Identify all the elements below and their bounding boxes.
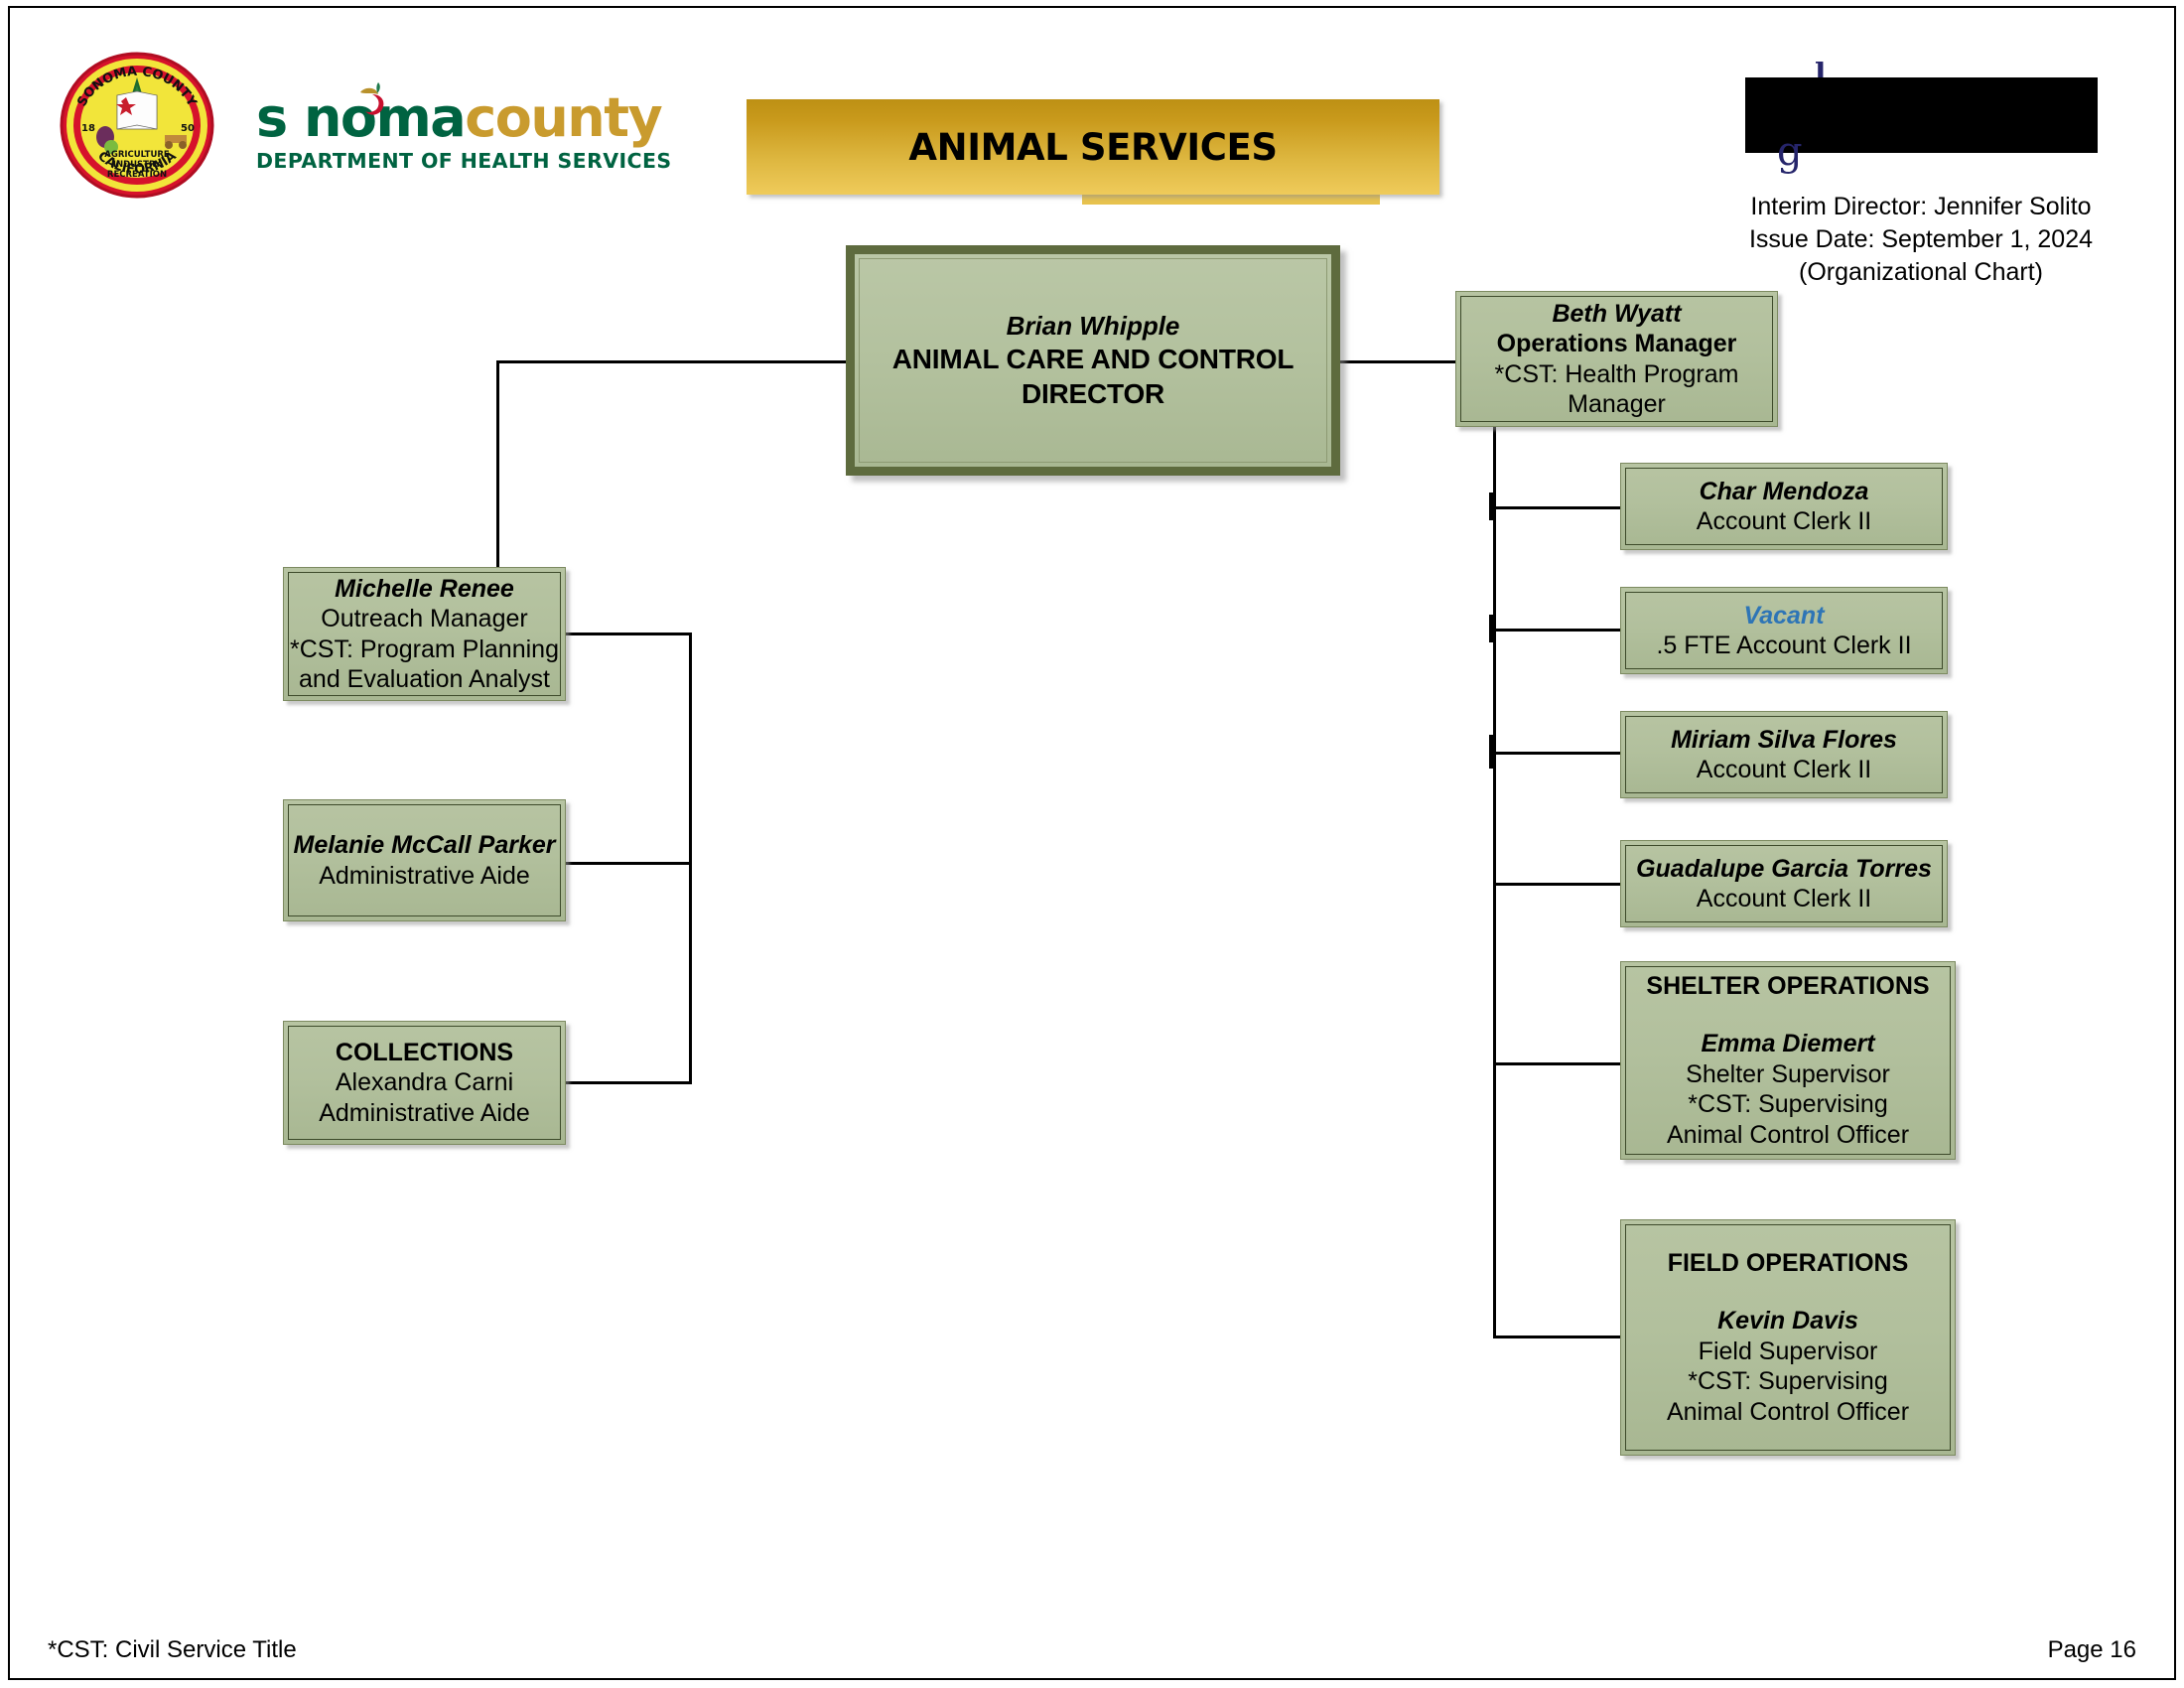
logo-wordmark: s nomacounty xyxy=(256,82,663,145)
interim-director-line: Interim Director: Jennifer Solito xyxy=(1750,193,2092,220)
clerk-vacant-title: .5 FTE Account Clerk II xyxy=(1656,632,1912,659)
clerk-torres-title: Account Clerk II xyxy=(1696,885,1872,913)
field-cst-1: *CST: Supervising xyxy=(1688,1367,1888,1396)
clerk-flores-title: Account Clerk II xyxy=(1696,756,1872,783)
logo-sonoma-text: s xyxy=(256,86,288,149)
clerk-mendoza-name: Char Mendoza xyxy=(1699,477,1869,505)
connector-ops-branch-clerk-2 xyxy=(1493,629,1620,632)
node-field-operations[interactable]: FIELD OPERATIONS Kevin Davis Field Super… xyxy=(1620,1219,1956,1456)
shelter-supervisor-name: Emma Diemert xyxy=(1701,1030,1875,1058)
node-account-clerk-torres[interactable]: Guadalupe Garcia Torres Account Clerk II xyxy=(1620,840,1948,927)
ops-manager-name: Beth Wyatt xyxy=(1552,299,1682,328)
sonoma-county-logo: s nomacounty DEPARTMENT OF HEALTH SERVIC… xyxy=(256,82,672,187)
connector-director-left-vertical xyxy=(496,360,499,571)
animal-services-banner: ANIMAL SERVICES xyxy=(747,99,1439,195)
clerk-mendoza-title: Account Clerk II xyxy=(1696,507,1872,535)
field-operations-header: FIELD OPERATIONS xyxy=(1667,1248,1909,1277)
field-supervisor-name: Kevin Davis xyxy=(1717,1307,1858,1336)
connector-left-branch-3 xyxy=(566,1081,692,1084)
banner-title-text: ANIMAL SERVICES xyxy=(908,125,1278,169)
sonoma-county-seal-icon: 18 50 AGRICULTURE INDUSTRY RECREATION SO… xyxy=(60,52,214,199)
field-cst-2: Animal Control Officer xyxy=(1666,1397,1910,1426)
outreach-manager-title: Outreach Manager xyxy=(321,605,528,633)
connector-tick-3 xyxy=(1489,735,1495,769)
node-shelter-operations[interactable]: SHELTER OPERATIONS Emma Diemert Shelter … xyxy=(1620,961,1956,1160)
outreach-manager-cst-1: *CST: Program Planning xyxy=(290,634,559,663)
connector-tick-2 xyxy=(1489,615,1495,642)
connector-director-left-horizontal xyxy=(496,360,846,363)
collections-person-title: Administrative Aide xyxy=(319,1098,530,1127)
org-chart-page: 18 50 AGRICULTURE INDUSTRY RECREATION SO… xyxy=(0,0,2184,1688)
footer-page-number: Page 16 xyxy=(2047,1636,2136,1663)
document-metadata: Interim Director: Jennifer Solito Issue … xyxy=(1688,191,2154,288)
connector-ops-branch-shelter xyxy=(1493,1062,1620,1065)
outreach-manager-cst-2: and Evaluation Analyst xyxy=(299,665,550,693)
shelter-supervisor-title: Shelter Supervisor xyxy=(1686,1059,1890,1088)
collections-person-name: Alexandra Carni xyxy=(335,1068,514,1097)
connector-left-branch-1 xyxy=(566,633,692,635)
logo-subtitle: DEPARTMENT OF HEALTH SERVICES xyxy=(256,149,672,173)
shelter-cst-2: Animal Control Officer xyxy=(1666,1120,1910,1149)
signature-mark-bottom: g xyxy=(1777,129,1803,175)
shelter-cst-1: *CST: Supervising xyxy=(1688,1090,1888,1119)
document-type-line: (Organizational Chart) xyxy=(1799,257,2043,286)
admin-aide-parker-name: Melanie McCall Parker xyxy=(293,831,556,859)
connector-left-group-spine xyxy=(689,633,692,1084)
clerk-flores-name: Miriam Silva Flores xyxy=(1671,725,1897,754)
connector-ops-branch-clerk-4 xyxy=(1493,883,1620,886)
director-name: Brian Whipple xyxy=(1006,310,1180,341)
field-supervisor-title: Field Supervisor xyxy=(1698,1336,1878,1365)
node-animal-care-director[interactable]: Brian Whipple ANIMAL CARE AND CONTROL DI… xyxy=(846,245,1340,476)
issue-date-line: Issue Date: September 1, 2024 xyxy=(1748,224,2094,253)
node-operations-manager[interactable]: Beth Wyatt Operations Manager *CST: Heal… xyxy=(1455,291,1778,427)
node-account-clerk-mendoza[interactable]: Char Mendoza Account Clerk II xyxy=(1620,463,1948,550)
shelter-operations-header: SHELTER OPERATIONS xyxy=(1646,971,1930,1000)
ops-manager-title: Operations Manager xyxy=(1496,330,1737,357)
logo-county-text: county xyxy=(465,86,663,149)
connector-director-to-ops-manager xyxy=(1340,360,1455,363)
outreach-manager-name: Michelle Renee xyxy=(335,574,514,603)
apple-icon xyxy=(359,82,384,115)
svg-text:50: 50 xyxy=(181,123,195,134)
clerk-vacant-name: Vacant xyxy=(1743,601,1825,630)
ops-manager-cst-2: Manager xyxy=(1568,390,1666,418)
node-outreach-manager[interactable]: Michelle Renee Outreach Manager *CST: Pr… xyxy=(283,567,566,701)
node-account-clerk-vacant[interactable]: Vacant .5 FTE Account Clerk II xyxy=(1620,587,1948,674)
node-administrative-aide-parker[interactable]: Melanie McCall Parker Administrative Aid… xyxy=(283,799,566,921)
node-account-clerk-flores[interactable]: Miriam Silva Flores Account Clerk II xyxy=(1620,711,1948,798)
director-title: ANIMAL CARE AND CONTROL DIRECTOR xyxy=(891,344,1295,410)
connector-ops-branch-clerk-3 xyxy=(1493,752,1620,755)
clerk-torres-name: Guadalupe Garcia Torres xyxy=(1636,854,1932,883)
svg-text:18: 18 xyxy=(81,123,95,134)
collections-header: COLLECTIONS xyxy=(335,1038,514,1066)
connector-left-branch-2 xyxy=(566,862,692,865)
connector-ops-branch-field xyxy=(1493,1336,1620,1338)
admin-aide-parker-title: Administrative Aide xyxy=(319,861,530,890)
banner-shadow-strip xyxy=(1082,195,1380,205)
footer-legend: *CST: Civil Service Title xyxy=(48,1636,297,1663)
ops-manager-cst-1: *CST: Health Program xyxy=(1494,359,1739,388)
connector-ops-branch-clerk-1 xyxy=(1493,506,1620,509)
node-collections[interactable]: COLLECTIONS Alexandra Carni Administrati… xyxy=(283,1021,566,1145)
connector-tick-1 xyxy=(1489,492,1495,520)
